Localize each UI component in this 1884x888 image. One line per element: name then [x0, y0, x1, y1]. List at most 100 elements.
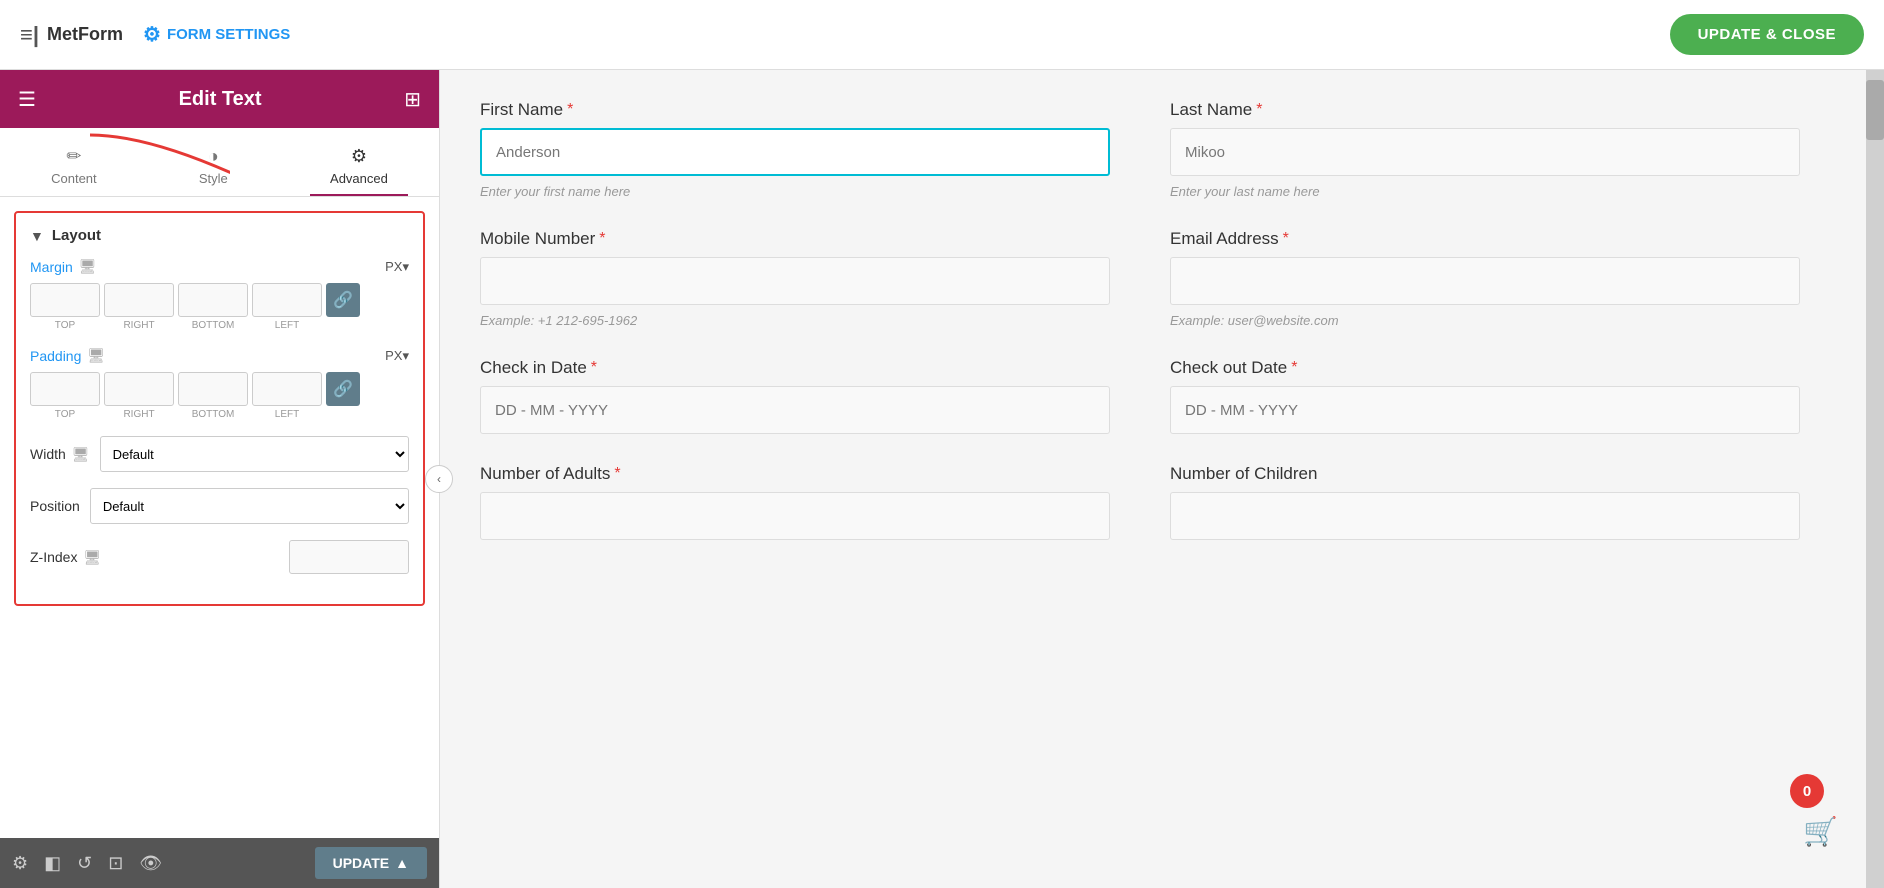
padding-inputs: 🔗: [30, 372, 409, 406]
sidebar-collapse-button[interactable]: ‹: [425, 465, 453, 493]
bottom-toolbar: ⚙ ◧ ↺ ⊡ 👁 UPDATE ▲: [0, 838, 439, 888]
margin-field: Margin 🖥 PX▾ 🔗 TOP RIGHT: [30, 258, 409, 331]
sidebar: ☰ Edit Text ⊞ ✏ Content ◑ Style ⚙ Advanc…: [0, 70, 440, 888]
position-label: Position: [30, 498, 80, 514]
padding-top-input[interactable]: [30, 372, 100, 406]
form-field-number-of-adults: Number of Adults *: [480, 464, 1110, 540]
padding-left-input[interactable]: [252, 372, 322, 406]
form-label-number-of-children: Number of Children: [1170, 464, 1800, 484]
form-settings-link[interactable]: ⚙ FORM SETTINGS: [143, 22, 290, 47]
tab-advanced-label: Advanced: [330, 171, 388, 186]
padding-unit[interactable]: PX▾: [385, 348, 409, 364]
required-star-first-name: *: [567, 101, 573, 119]
margin-right-label: RIGHT: [104, 320, 174, 331]
toolbar-layers-icon[interactable]: ◧: [44, 853, 61, 874]
zindex-monitor-icon: 🖥: [83, 549, 101, 566]
panel-content: ▼ Layout Margin 🖥 PX▾: [0, 197, 439, 838]
margin-inputs: 🔗: [30, 283, 409, 317]
form-field-first-name: First Name * Enter your first name here: [480, 100, 1110, 199]
margin-monitor-icon: 🖥: [79, 258, 97, 275]
margin-top-label: TOP: [30, 320, 100, 331]
scrollbar[interactable]: [1866, 70, 1884, 888]
toolbar-responsive-icon[interactable]: ⊡: [108, 853, 123, 874]
position-text: Position: [30, 498, 80, 514]
input-check-out-date[interactable]: [1170, 386, 1800, 434]
padding-bottom-label: BOTTOM: [178, 409, 248, 420]
input-number-of-children[interactable]: [1170, 492, 1800, 540]
padding-link-button[interactable]: 🔗: [326, 372, 360, 406]
form-label-number-of-adults: Number of Adults *: [480, 464, 1110, 484]
input-number-of-adults[interactable]: [480, 492, 1110, 540]
top-bar: ≡| MetForm ⚙ FORM SETTINGS UPDATE & CLOS…: [0, 0, 1884, 70]
zindex-field: Z-Index 🖥: [30, 540, 409, 574]
layout-section: ▼ Layout Margin 🖥 PX▾: [14, 211, 425, 606]
tabs-row: ✏ Content ◑ Style ⚙ Advanced: [0, 128, 439, 197]
zindex-label: Z-Index 🖥: [30, 549, 101, 566]
form-label-last-name: Last Name *: [1170, 100, 1800, 120]
metform-logo: ≡| MetForm: [20, 22, 123, 48]
tab-content[interactable]: ✏ Content: [31, 138, 117, 196]
margin-top-input[interactable]: [30, 283, 100, 317]
form-label-first-name: First Name *: [480, 100, 1110, 120]
required-star-mobile-number: *: [599, 230, 605, 248]
padding-label: Padding 🖥: [30, 347, 105, 364]
content-area: First Name * Enter your first name here La…: [440, 70, 1884, 888]
margin-left-input[interactable]: [252, 283, 322, 317]
update-button[interactable]: UPDATE ▲: [315, 847, 427, 879]
padding-monitor-icon: 🖥: [87, 347, 105, 364]
required-star-check-out-date: *: [1291, 359, 1297, 377]
margin-text: Margin: [30, 259, 73, 275]
hamburger-icon[interactable]: ☰: [18, 87, 36, 112]
grid-icon[interactable]: ⊞: [404, 87, 421, 112]
margin-bottom-label: BOTTOM: [178, 320, 248, 331]
advanced-icon: ⚙: [351, 146, 367, 167]
margin-link-button[interactable]: 🔗: [326, 283, 360, 317]
helper-last-name: Enter your last name here: [1170, 184, 1800, 199]
input-email-address[interactable]: [1170, 257, 1800, 305]
content-icon: ✏: [66, 146, 81, 167]
margin-label: Margin 🖥: [30, 258, 97, 275]
padding-top-label: TOP: [30, 409, 100, 420]
tab-advanced[interactable]: ⚙ Advanced: [310, 138, 408, 196]
margin-label-row: Margin 🖥 PX▾: [30, 258, 409, 275]
form-grid: First Name * Enter your first name here La…: [480, 100, 1800, 540]
zindex-input[interactable]: [289, 540, 409, 574]
update-close-button[interactable]: UPDATE & CLOSE: [1670, 14, 1864, 55]
sidebar-title: Edit Text: [179, 88, 262, 111]
form-field-check-in-date: Check in Date *: [480, 358, 1110, 434]
form-field-check-out-date: Check out Date *: [1170, 358, 1800, 434]
form-field-last-name: Last Name * Enter your last name here: [1170, 100, 1800, 199]
form-label-check-in-date: Check in Date *: [480, 358, 1110, 378]
helper-email-address: Example: user@website.com: [1170, 313, 1800, 328]
margin-unit[interactable]: PX▾: [385, 259, 409, 275]
padding-bottom-input[interactable]: [178, 372, 248, 406]
input-first-name[interactable]: [480, 128, 1110, 176]
toolbar-preview-icon[interactable]: 👁: [139, 853, 162, 874]
badge-circle: 0: [1790, 774, 1824, 808]
scrollbar-thumb: [1866, 80, 1884, 140]
zindex-text: Z-Index: [30, 549, 77, 565]
position-select[interactable]: Default Static Relative Absolute: [90, 488, 409, 524]
input-last-name[interactable]: [1170, 128, 1800, 176]
input-mobile-number[interactable]: [480, 257, 1110, 305]
padding-field: Padding 🖥 PX▾ 🔗 TOP RIGHT: [30, 347, 409, 420]
tab-style[interactable]: ◑ Style: [179, 138, 248, 196]
margin-bottom-input[interactable]: [178, 283, 248, 317]
helper-mobile-number: Example: +1 212-695-1962: [480, 313, 1110, 328]
width-select[interactable]: Default PX %: [100, 436, 409, 472]
form-label-check-out-date: Check out Date *: [1170, 358, 1800, 378]
toolbar-settings-icon[interactable]: ⚙: [12, 853, 28, 874]
helper-first-name: Enter your first name here: [480, 184, 1110, 199]
cart-icon[interactable]: 🛒: [1803, 815, 1838, 848]
position-row: Position Default Static Relative Absolut…: [30, 488, 409, 524]
width-label: Width 🖥: [30, 446, 90, 463]
margin-right-input[interactable]: [104, 283, 174, 317]
required-star-last-name: *: [1256, 101, 1262, 119]
margin-sub-labels: TOP RIGHT BOTTOM LEFT: [30, 320, 409, 331]
input-check-in-date[interactable]: [480, 386, 1110, 434]
top-bar-left: ≡| MetForm ⚙ FORM SETTINGS: [20, 22, 290, 48]
toolbar-history-icon[interactable]: ↺: [77, 853, 92, 874]
update-label: UPDATE: [333, 855, 390, 871]
collapse-toggle[interactable]: ▼: [30, 228, 44, 244]
padding-right-input[interactable]: [104, 372, 174, 406]
